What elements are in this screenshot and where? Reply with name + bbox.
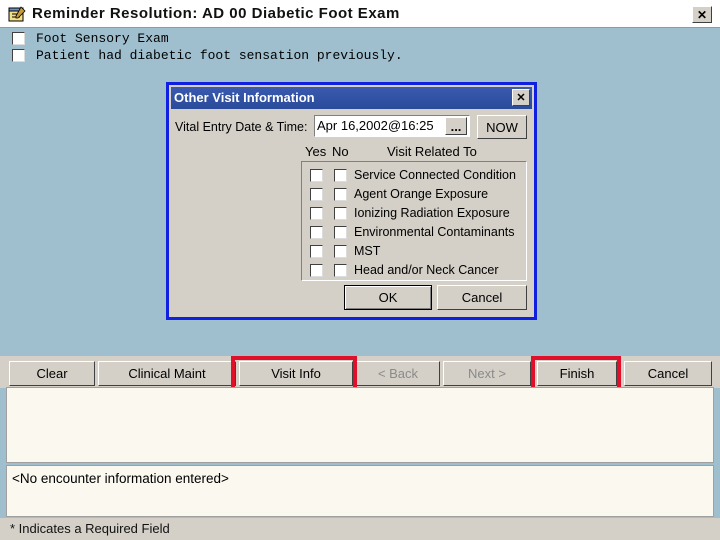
required-field-note: * Indicates a Required Field: [10, 521, 170, 536]
finding-label: Patient had diabetic foot sensation prev…: [36, 48, 403, 63]
list-item-label: Environmental Contaminants: [354, 225, 515, 239]
yes-checkbox[interactable]: [310, 207, 323, 220]
close-icon: ✕: [696, 7, 708, 22]
list-item[interactable]: MST: [302, 243, 526, 261]
finding-label: Foot Sensory Exam: [36, 31, 169, 46]
dialog-title-bar: Other Visit Information ✕: [171, 87, 532, 109]
list-item-label: MST: [354, 244, 381, 258]
visit-related-list: Service Connected Condition Agent Orange…: [301, 161, 527, 281]
cancel-button[interactable]: Cancel: [624, 361, 712, 386]
date-label: Vital Entry Date & Time:: [175, 120, 308, 134]
no-column-header: No: [332, 144, 349, 159]
list-item[interactable]: Environmental Contaminants: [302, 224, 526, 242]
encounter-text: <No encounter information entered>: [12, 471, 229, 486]
dialog-close-button[interactable]: ✕: [512, 89, 530, 106]
no-checkbox[interactable]: [334, 245, 347, 258]
next-button[interactable]: Next >: [443, 361, 531, 386]
window-close-button[interactable]: ✕: [692, 6, 712, 23]
dialog-cancel-button[interactable]: Cancel: [437, 285, 527, 310]
finding-checkbox[interactable]: [12, 49, 25, 62]
date-picker-button[interactable]: ...: [445, 117, 467, 135]
encounter-panel: <No encounter information entered>: [6, 465, 714, 517]
dialog-title: Other Visit Information: [174, 90, 315, 105]
list-item[interactable]: Head and/or Neck Cancer: [302, 262, 526, 280]
now-button[interactable]: NOW: [477, 115, 527, 139]
date-time-field[interactable]: Apr 16,2002@16:25 ...: [314, 115, 470, 137]
no-checkbox[interactable]: [334, 226, 347, 239]
notepad-icon: [8, 6, 26, 22]
no-checkbox[interactable]: [334, 188, 347, 201]
footer-bar: * Indicates a Required Field: [0, 518, 720, 540]
yes-checkbox[interactable]: [310, 188, 323, 201]
close-icon: ✕: [516, 92, 526, 104]
no-checkbox[interactable]: [334, 264, 347, 277]
visit-info-dialog: Other Visit Information ✕ Vital Entry Da…: [166, 82, 537, 320]
notes-panel: [6, 387, 714, 463]
yes-checkbox[interactable]: [310, 264, 323, 277]
list-item[interactable]: Ionizing Radiation Exposure: [302, 205, 526, 223]
list-item[interactable]: Agent Orange Exposure: [302, 186, 526, 204]
back-button[interactable]: < Back: [356, 361, 440, 386]
list-item-label: Head and/or Neck Cancer: [354, 263, 499, 277]
finding-row[interactable]: Foot Sensory Exam: [12, 31, 612, 47]
clinical-maint-button[interactable]: Clinical Maint: [98, 361, 236, 386]
finding-checkbox[interactable]: [12, 32, 25, 45]
ellipsis-icon: ...: [450, 118, 462, 134]
finding-row[interactable]: Patient had diabetic foot sensation prev…: [12, 48, 612, 64]
list-item-label: Ionizing Radiation Exposure: [354, 206, 510, 220]
visit-related-header: Visit Related To: [387, 144, 477, 159]
window-title: Reminder Resolution: AD 00 Diabetic Foot…: [32, 5, 400, 22]
yes-checkbox[interactable]: [310, 245, 323, 258]
no-checkbox[interactable]: [334, 207, 347, 220]
list-item-label: Agent Orange Exposure: [354, 187, 489, 201]
ok-button[interactable]: OK: [344, 285, 432, 310]
yes-checkbox[interactable]: [310, 169, 323, 182]
date-time-value: Apr 16,2002@16:25: [317, 118, 434, 133]
list-item-label: Service Connected Condition: [354, 168, 516, 182]
yes-column-header: Yes: [305, 144, 327, 159]
window-title-bar: Reminder Resolution: AD 00 Diabetic Foot…: [0, 0, 720, 28]
clear-button[interactable]: Clear: [9, 361, 95, 386]
yes-checkbox[interactable]: [310, 226, 323, 239]
no-checkbox[interactable]: [334, 169, 347, 182]
list-item[interactable]: Service Connected Condition: [302, 167, 526, 185]
